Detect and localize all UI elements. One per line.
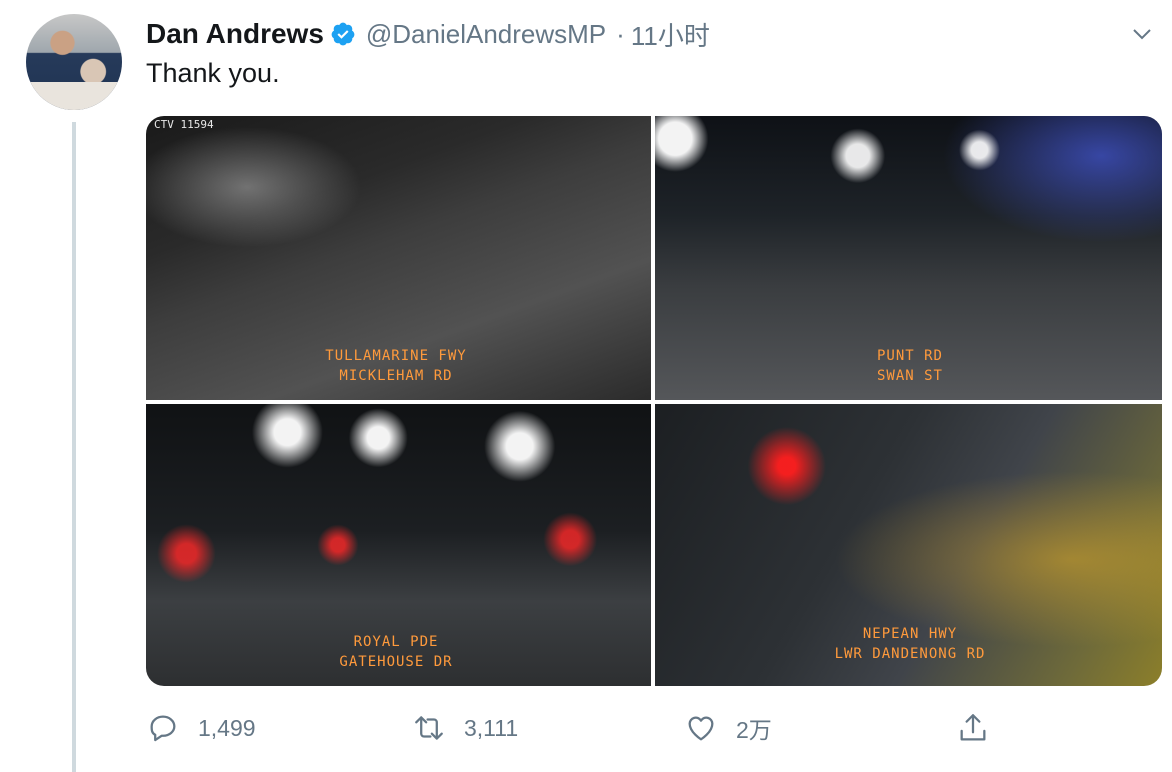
meta-separator: · (616, 18, 625, 49)
thread-line (72, 122, 76, 772)
retweet-icon (415, 716, 443, 740)
reply-button[interactable]: 1,499 (146, 706, 256, 750)
author-name[interactable]: Dan Andrews (146, 18, 324, 50)
reply-count: 1,499 (198, 714, 256, 741)
author-handle[interactable]: @DanielAndrewsMP (366, 19, 606, 50)
camera-label: PUNT RD SWAN ST (830, 346, 990, 386)
camera-label: TULLAMARINE FWY MICKLEHAM RD (296, 346, 496, 386)
camera-image-2[interactable]: PUNT RD SWAN ST (655, 116, 1162, 400)
reply-icon (150, 715, 176, 742)
camera-label: NEPEAN HWY LWR DANDENONG RD (785, 624, 1035, 664)
camera-label-line1: NEPEAN HWY (862, 626, 958, 642)
camera-label-line1: ROYAL PDE (353, 634, 439, 650)
camera-label-line1: PUNT RD (876, 348, 943, 364)
camera-label: ROYAL PDE GATEHOUSE DR (306, 632, 486, 672)
author-avatar[interactable] (26, 14, 122, 110)
heart-icon (688, 716, 714, 741)
retweet-count: 3,111 (464, 714, 519, 741)
camera-image-3[interactable]: ROYAL PDE GATEHOUSE DR (146, 404, 651, 686)
camera-image-4[interactable]: NEPEAN HWY LWR DANDENONG RD (655, 404, 1162, 686)
camera-label-line2: MICKLEHAM RD (339, 368, 453, 384)
chevron-down-icon[interactable] (1130, 22, 1154, 46)
camera-label-line2: GATEHOUSE DR (339, 654, 453, 670)
tweet-timestamp[interactable]: 11小时 (631, 16, 710, 53)
like-count: 2万 (736, 717, 772, 743)
camera-image-1[interactable]: CTV 11594 TULLAMARINE FWY MICKLEHAM RD (146, 116, 651, 400)
tweet-header: Dan Andrews @DanielAndrewsMP · 11小时 (146, 14, 710, 54)
verified-badge-icon (331, 22, 355, 46)
share-icon (960, 714, 986, 741)
camera-label-line2: SWAN ST (876, 368, 943, 384)
media-grid[interactable]: CTV 11594 TULLAMARINE FWY MICKLEHAM RD P… (146, 116, 1162, 686)
camera-label-line1: TULLAMARINE FWY (325, 348, 467, 364)
camera-label-line2: LWR DANDENONG RD (834, 646, 986, 662)
retweet-button[interactable]: 3,111 (412, 706, 518, 750)
like-button[interactable]: 2万 (684, 706, 772, 750)
share-button[interactable] (956, 706, 1008, 750)
camera-id: CTV 11594 (154, 118, 214, 131)
tweet-actions: 1,499 3,111 2万 (146, 706, 1162, 750)
tweet-text: Thank you. (146, 58, 280, 88)
